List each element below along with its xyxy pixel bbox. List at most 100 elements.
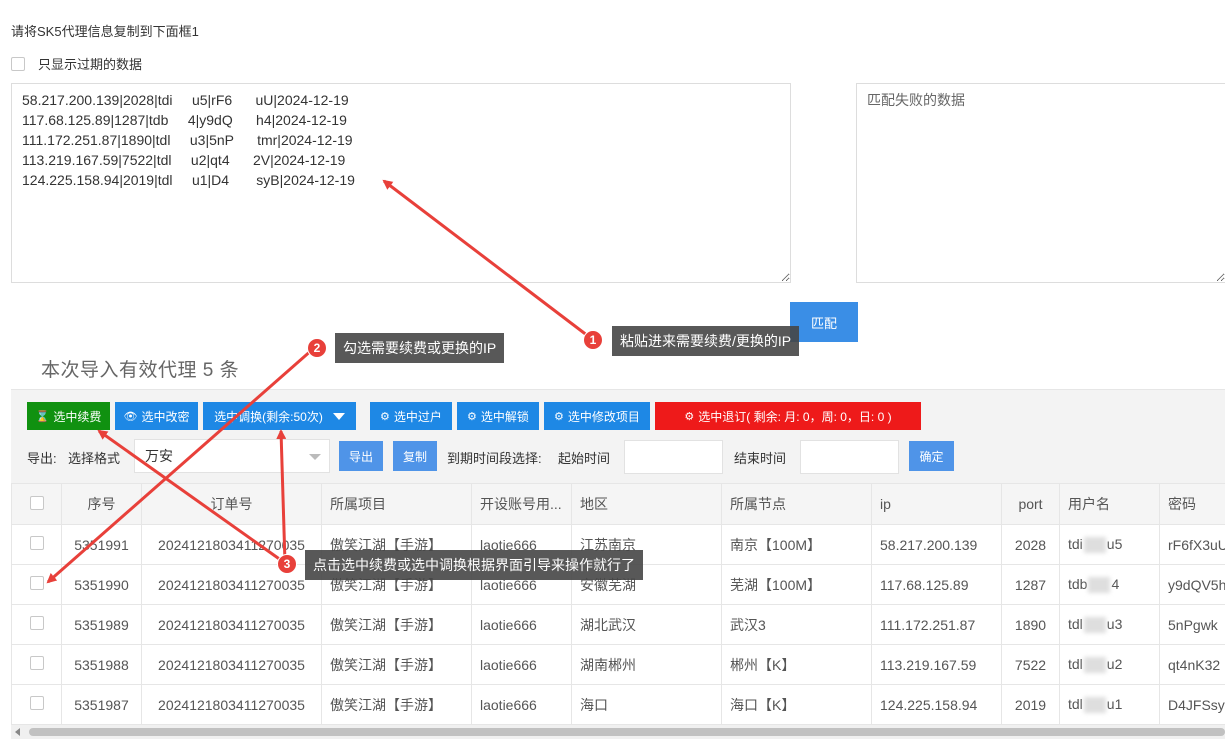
port-cell: 2028 <box>1001 524 1060 565</box>
username-cell: tdl u3 <box>1059 604 1160 645</box>
password-cell: D4JFSsyB <box>1159 684 1225 725</box>
column-header: 开设账号用... <box>471 483 572 525</box>
row-checkbox[interactable] <box>29 696 44 710</box>
table-row[interactable]: 5351987 2024121803411270035 傲笑江湖【手游】 laotie… <box>11 684 1225 725</box>
username-cell: tdl u1 <box>1059 684 1160 725</box>
format-select-value: 万安 <box>145 448 173 464</box>
refund-selected-button[interactable]: ⚙ 选中退订( 剩余: 月: 0，周: 0，日: 0 ) <box>655 402 921 430</box>
swap-label: 选中调换(剩余:50次) <box>214 409 323 424</box>
account-cell: laotie666 <box>471 644 572 685</box>
ip-cell: 58.217.200.139 <box>871 524 1002 565</box>
modify-project-label: 选中修改项目 <box>567 409 640 424</box>
modify-project-button[interactable]: ⚙ 选中修改项目 <box>544 402 650 430</box>
step2-callout: 勾选需要续费或更换的IP <box>335 333 505 363</box>
expired-only-checkbox-row[interactable]: 只显示过期的数据 <box>11 54 142 73</box>
export-label: 导出: <box>27 451 57 466</box>
swap-selected-dropdown-button[interactable]: 选中调换(剩余:50次) <box>203 402 356 430</box>
username-suffix: 4 <box>1111 575 1120 592</box>
row-checkbox[interactable] <box>29 656 44 670</box>
transfer-label: 选中过户 <box>393 409 442 424</box>
scrollbar-thumb[interactable] <box>29 728 1225 736</box>
select-all-checkbox[interactable] <box>29 495 44 510</box>
row-checkbox[interactable] <box>29 536 44 550</box>
arrow-left-icon[interactable] <box>15 728 20 736</box>
change-password-button[interactable]: 👁 选中改密 <box>115 402 198 430</box>
row-checkbox-cell[interactable] <box>11 604 62 645</box>
format-select[interactable]: 万安 <box>134 439 330 473</box>
node-cell: 武汉3 <box>721 604 872 645</box>
order-number-cell: 2024121803411270035 <box>141 604 322 645</box>
row-checkbox-cell[interactable] <box>11 684 62 725</box>
gear-icon: ⚙ <box>380 410 390 423</box>
change-password-label: 选中改密 <box>141 409 190 424</box>
column-header: 用户名 <box>1059 483 1160 525</box>
ip-cell: 113.219.167.59 <box>871 644 1002 685</box>
ip-cell: 111.172.251.87 <box>871 604 1002 645</box>
node-cell: 郴州【K】 <box>721 644 872 685</box>
select-all-header[interactable] <box>11 483 62 525</box>
project-cell: 傲笑江湖【手游】 <box>321 644 472 685</box>
step1-callout: 粘贴进来需要续费/更换的IP <box>612 326 800 356</box>
column-header: port <box>1001 483 1060 525</box>
step3-callout: 点击选中续费或选中调换根据界面引导来操作就行了 <box>305 550 643 580</box>
column-header: 密码 <box>1159 483 1225 525</box>
unlock-label: 选中解锁 <box>480 409 529 424</box>
username-suffix: u1 <box>1106 695 1123 712</box>
node-cell: 南京【100M】 <box>721 524 872 565</box>
order-number-cell: 2024121803411270035 <box>141 644 322 685</box>
hourglass-icon: ⌛ <box>35 410 50 423</box>
transfer-selected-button[interactable]: ⚙ 选中过户 <box>370 402 452 430</box>
node-cell: 海口【K】 <box>721 684 872 725</box>
step2-badge: 2 <box>307 338 327 358</box>
project-cell: 傲笑江湖【手游】 <box>321 684 472 725</box>
export-button[interactable]: 导出 <box>339 441 383 471</box>
step3-badge: 3 <box>277 554 297 574</box>
password-cell: rF6fX3uU <box>1159 524 1225 565</box>
seq-cell: 5351991 <box>61 524 142 565</box>
redaction-blur <box>1083 617 1106 634</box>
username-prefix: tdl <box>1068 695 1083 712</box>
copy-button[interactable]: 复制 <box>393 441 437 471</box>
expired-only-checkbox[interactable] <box>11 56 25 71</box>
row-checkbox[interactable] <box>29 616 44 630</box>
instructions-text: 请将SK5代理信息复制到下面框1 <box>11 24 199 39</box>
gear-icon: ⚙ <box>554 410 564 423</box>
start-time-input[interactable] <box>624 440 723 474</box>
account-cell: laotie666 <box>471 684 572 725</box>
match-button[interactable]: 匹配 <box>790 302 858 342</box>
password-cell: qt4nK32 <box>1159 644 1225 685</box>
password-cell: 5nPgwk <box>1159 604 1225 645</box>
start-time-label: 起始时间 <box>558 451 611 466</box>
redaction-blur <box>1083 537 1106 554</box>
confirm-button[interactable]: 确定 <box>909 441 954 471</box>
end-time-input[interactable] <box>800 440 899 474</box>
seq-cell: 5351987 <box>61 684 142 725</box>
renew-selected-button[interactable]: ⌛ 选中续费 <box>27 402 110 430</box>
failed-data-textarea[interactable] <box>856 83 1225 283</box>
username-suffix: u5 <box>1106 535 1123 552</box>
row-checkbox-cell[interactable] <box>11 564 62 605</box>
unlock-selected-button[interactable]: ⚙ 选中解锁 <box>457 402 539 430</box>
row-checkbox-cell[interactable] <box>11 644 62 685</box>
row-checkbox[interactable] <box>29 576 44 590</box>
chevron-down-icon <box>309 454 321 460</box>
column-header: 订单号 <box>141 483 322 525</box>
section-title: 本次导入有效代理 5 条 <box>41 360 240 381</box>
project-cell: 傲笑江湖【手游】 <box>321 604 472 645</box>
proxy-table: 序号 订单号 所属项目 开设账号用... 地区 所属节点 ip port 用户名… <box>11 483 1225 725</box>
order-number-cell: 2024121803411270035 <box>141 684 322 725</box>
table-row[interactable]: 5351988 2024121803411270035 傲笑江湖【手游】 laotie… <box>11 644 1225 685</box>
expired-only-label: 只显示过期的数据 <box>38 57 143 72</box>
region-cell: 湖南郴州 <box>571 644 722 685</box>
proxy-input-textarea[interactable] <box>11 83 791 283</box>
horizontal-scrollbar[interactable] <box>11 725 1225 739</box>
username-prefix: tdi <box>1068 535 1083 552</box>
end-time-label: 结束时间 <box>734 451 787 466</box>
row-checkbox-cell[interactable] <box>11 524 62 565</box>
seq-cell: 5351990 <box>61 564 142 605</box>
seq-cell: 5351988 <box>61 644 142 685</box>
port-cell: 7522 <box>1001 644 1060 685</box>
password-cell: y9dQV5h <box>1159 564 1225 605</box>
table-row[interactable]: 5351989 2024121803411270035 傲笑江湖【手游】 laotie… <box>11 604 1225 645</box>
seq-cell: 5351989 <box>61 604 142 645</box>
